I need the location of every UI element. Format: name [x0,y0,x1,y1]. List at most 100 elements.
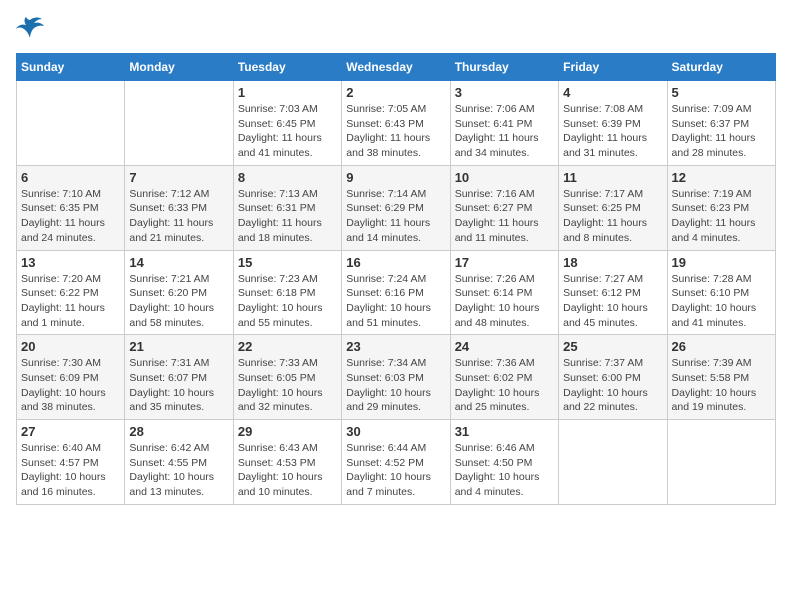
day-number: 22 [238,339,337,354]
day-number: 23 [346,339,445,354]
day-info: Sunrise: 7:13 AM Sunset: 6:31 PM Dayligh… [238,187,337,246]
day-info: Sunrise: 6:40 AM Sunset: 4:57 PM Dayligh… [21,441,120,500]
calendar-cell: 17 Sunrise: 7:26 AM Sunset: 6:14 PM Dayli… [450,250,558,335]
day-number: 25 [563,339,662,354]
calendar-cell: 7Sunrise: 7:12 AM Sunset: 6:33 PM Daylig… [125,165,233,250]
day-info: Sunrise: 7:26 AM Sunset: 6:14 PM Dayligh… [455,272,554,331]
day-number: 14 [129,255,228,270]
day-info: Sunrise: 7:36 AM Sunset: 6:02 PM Dayligh… [455,356,554,415]
calendar-cell: 9 Sunrise: 7:14 AM Sunset: 6:29 PM Daylig… [342,165,450,250]
day-number: 18 [563,255,662,270]
calendar-cell: 1 Sunrise: 7:03 AM Sunset: 6:45 PM Daylig… [233,81,341,166]
day-info: Sunrise: 7:14 AM Sunset: 6:29 PM Dayligh… [346,187,445,246]
calendar-cell: 8 Sunrise: 7:13 AM Sunset: 6:31 PM Daylig… [233,165,341,250]
calendar-cell: 15 Sunrise: 7:23 AM Sunset: 6:18 PM Dayli… [233,250,341,335]
calendar-cell: 5Sunrise: 7:09 AM Sunset: 6:37 PM Daylig… [667,81,775,166]
calendar-cell: 31Sunrise: 6:46 AM Sunset: 4:50 PM Dayli… [450,420,558,505]
calendar-week-row: 20Sunrise: 7:30 AM Sunset: 6:09 PM Dayli… [17,335,776,420]
day-info: Sunrise: 6:46 AM Sunset: 4:50 PM Dayligh… [455,441,554,500]
weekday-header: Saturday [667,54,775,81]
day-number: 17 [455,255,554,270]
calendar-cell: 26Sunrise: 7:39 AM Sunset: 5:58 PM Dayli… [667,335,775,420]
day-info: Sunrise: 7:24 AM Sunset: 6:16 PM Dayligh… [346,272,445,331]
day-info: Sunrise: 7:19 AM Sunset: 6:23 PM Dayligh… [672,187,771,246]
day-number: 19 [672,255,771,270]
calendar-body: 1 Sunrise: 7:03 AM Sunset: 6:45 PM Daylig… [17,81,776,505]
day-number: 16 [346,255,445,270]
day-info: Sunrise: 7:30 AM Sunset: 6:09 PM Dayligh… [21,356,120,415]
calendar-cell: 19 Sunrise: 7:28 AM Sunset: 6:10 PM Dayli… [667,250,775,335]
calendar-cell: 3Sunrise: 7:06 AM Sunset: 6:41 PM Daylig… [450,81,558,166]
day-info: Sunrise: 7:03 AM Sunset: 6:45 PM Dayligh… [238,102,337,161]
day-info: Sunrise: 7:34 AM Sunset: 6:03 PM Dayligh… [346,356,445,415]
day-info: Sunrise: 7:28 AM Sunset: 6:10 PM Dayligh… [672,272,771,331]
day-info: Sunrise: 6:42 AM Sunset: 4:55 PM Dayligh… [129,441,228,500]
day-number: 2 [346,85,445,100]
calendar-table: SundayMondayTuesdayWednesdayThursdayFrid… [16,53,776,505]
calendar-cell: 22Sunrise: 7:33 AM Sunset: 6:05 PM Dayli… [233,335,341,420]
logo [16,16,48,43]
day-number: 7 [129,170,228,185]
calendar-cell: 12 Sunrise: 7:19 AM Sunset: 6:23 PM Dayli… [667,165,775,250]
calendar-cell: 10 Sunrise: 7:16 AM Sunset: 6:27 PM Dayli… [450,165,558,250]
calendar-cell: 24 Sunrise: 7:36 AM Sunset: 6:02 PM Dayli… [450,335,558,420]
calendar-cell: 29Sunrise: 6:43 AM Sunset: 4:53 PM Dayli… [233,420,341,505]
day-info: Sunrise: 7:16 AM Sunset: 6:27 PM Dayligh… [455,187,554,246]
calendar-cell: 11 Sunrise: 7:17 AM Sunset: 6:25 PM Dayli… [559,165,667,250]
weekday-header: Thursday [450,54,558,81]
calendar-week-row: 13 Sunrise: 7:20 AM Sunset: 6:22 PM Dayli… [17,250,776,335]
calendar-cell: 21 Sunrise: 7:31 AM Sunset: 6:07 PM Dayli… [125,335,233,420]
calendar-cell: 28 Sunrise: 6:42 AM Sunset: 4:55 PM Dayli… [125,420,233,505]
calendar-cell: 2Sunrise: 7:05 AM Sunset: 6:43 PM Daylig… [342,81,450,166]
day-info: Sunrise: 7:31 AM Sunset: 6:07 PM Dayligh… [129,356,228,415]
calendar-cell: 23 Sunrise: 7:34 AM Sunset: 6:03 PM Dayli… [342,335,450,420]
weekday-header: Wednesday [342,54,450,81]
day-number: 8 [238,170,337,185]
calendar-week-row: 27Sunrise: 6:40 AM Sunset: 4:57 PM Dayli… [17,420,776,505]
day-info: Sunrise: 7:09 AM Sunset: 6:37 PM Dayligh… [672,102,771,161]
day-number: 9 [346,170,445,185]
calendar-cell: 27Sunrise: 6:40 AM Sunset: 4:57 PM Dayli… [17,420,125,505]
calendar-cell: 6Sunrise: 7:10 AM Sunset: 6:35 PM Daylig… [17,165,125,250]
day-number: 4 [563,85,662,100]
day-number: 28 [129,424,228,439]
calendar-cell: 4 Sunrise: 7:08 AM Sunset: 6:39 PM Daylig… [559,81,667,166]
day-info: Sunrise: 7:17 AM Sunset: 6:25 PM Dayligh… [563,187,662,246]
day-number: 10 [455,170,554,185]
weekday-row: SundayMondayTuesdayWednesdayThursdayFrid… [17,54,776,81]
day-number: 15 [238,255,337,270]
day-number: 11 [563,170,662,185]
day-number: 13 [21,255,120,270]
weekday-header: Sunday [17,54,125,81]
day-info: Sunrise: 7:10 AM Sunset: 6:35 PM Dayligh… [21,187,120,246]
day-number: 1 [238,85,337,100]
day-info: Sunrise: 6:44 AM Sunset: 4:52 PM Dayligh… [346,441,445,500]
calendar-week-row: 1 Sunrise: 7:03 AM Sunset: 6:45 PM Daylig… [17,81,776,166]
calendar-header: SundayMondayTuesdayWednesdayThursdayFrid… [17,54,776,81]
day-info: Sunrise: 7:08 AM Sunset: 6:39 PM Dayligh… [563,102,662,161]
day-number: 12 [672,170,771,185]
calendar-cell: 14Sunrise: 7:21 AM Sunset: 6:20 PM Dayli… [125,250,233,335]
calendar-cell [17,81,125,166]
weekday-header: Tuesday [233,54,341,81]
day-info: Sunrise: 7:20 AM Sunset: 6:22 PM Dayligh… [21,272,120,331]
calendar-cell [125,81,233,166]
day-info: Sunrise: 7:39 AM Sunset: 5:58 PM Dayligh… [672,356,771,415]
calendar-cell: 13 Sunrise: 7:20 AM Sunset: 6:22 PM Dayli… [17,250,125,335]
day-number: 24 [455,339,554,354]
weekday-header: Friday [559,54,667,81]
weekday-header: Monday [125,54,233,81]
calendar-cell [559,420,667,505]
day-number: 21 [129,339,228,354]
day-number: 3 [455,85,554,100]
calendar-cell: 30Sunrise: 6:44 AM Sunset: 4:52 PM Dayli… [342,420,450,505]
calendar-cell [667,420,775,505]
calendar-cell: 16 Sunrise: 7:24 AM Sunset: 6:16 PM Dayli… [342,250,450,335]
calendar-cell: 18 Sunrise: 7:27 AM Sunset: 6:12 PM Dayli… [559,250,667,335]
day-info: Sunrise: 7:27 AM Sunset: 6:12 PM Dayligh… [563,272,662,331]
calendar-week-row: 6Sunrise: 7:10 AM Sunset: 6:35 PM Daylig… [17,165,776,250]
calendar-cell: 25 Sunrise: 7:37 AM Sunset: 6:00 PM Dayli… [559,335,667,420]
logo-icon [16,16,44,43]
day-info: Sunrise: 7:23 AM Sunset: 6:18 PM Dayligh… [238,272,337,331]
day-info: Sunrise: 7:37 AM Sunset: 6:00 PM Dayligh… [563,356,662,415]
